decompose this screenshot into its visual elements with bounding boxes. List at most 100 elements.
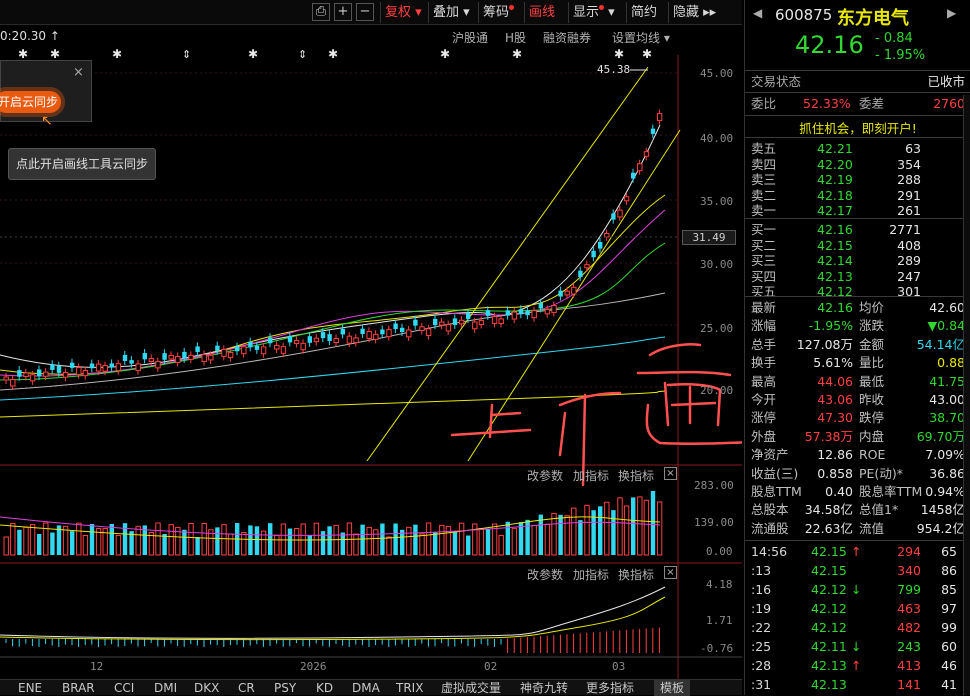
tab-dkx[interactable]: DKX (194, 680, 219, 696)
stat-label: 外盘 (751, 428, 777, 444)
side-strip[interactable] (963, 95, 970, 695)
volume-bar (76, 522, 82, 556)
volume-bar (313, 522, 320, 556)
stat-value: 57.38万 (804, 428, 853, 444)
macd-axis-label: 1.71 (706, 614, 733, 627)
candle-body (505, 310, 510, 316)
hk-connect-link[interactable]: 沪股通 (452, 29, 488, 46)
tab-kd[interactable]: KD (316, 680, 333, 696)
promo-banner[interactable]: 抓住机会，即刻开户! (745, 118, 970, 137)
trade-status-row: 交易状态 已收市 (751, 74, 965, 89)
close-icon[interactable]: × (73, 65, 84, 80)
volume-bar (604, 501, 610, 556)
tab-cr[interactable]: CR (238, 680, 255, 696)
kline-chart-area[interactable]: ✱ ✱ ✱ ✱ ✱ ✱ ✱ ✱ ✱ ⇕ ⇕ 0:20.30 ↑ 沪股通 H股 融资融券 设置均… (0, 25, 742, 695)
tab-dma[interactable]: DMA (352, 680, 380, 696)
volume-bar (637, 496, 643, 556)
close-icon[interactable]: × (664, 566, 677, 579)
ma-settings-link[interactable]: 设置均线 ▾ (612, 29, 670, 46)
stat-value: 43.00 (929, 392, 965, 407)
tab-more-indicators[interactable]: 更多指标 (586, 680, 634, 696)
current-price-tag: 31.49 (682, 230, 736, 245)
chips-button[interactable]: 筹码 (478, 2, 518, 23)
volume-bar (162, 534, 167, 555)
stat-label: 流值 (859, 520, 885, 536)
display-button[interactable]: 显示 ▾ (568, 2, 619, 23)
volume-bar (23, 526, 29, 556)
candle-body (221, 348, 227, 357)
volume-bar (353, 533, 359, 556)
tab-dmi[interactable]: DMI (154, 680, 177, 696)
volume-bar (458, 522, 465, 556)
candle-body (584, 264, 590, 269)
candle-body (445, 324, 452, 332)
stat-row: 总手 127.08万 金额 54.14亿 (751, 336, 965, 354)
webi-row: 委比 52.33% 委差 2760 (751, 96, 965, 111)
candle-body (604, 233, 610, 238)
margin-link[interactable]: 融资融券 (543, 29, 591, 46)
stat-row: 换手 5.61% 量比 0.88 (751, 354, 965, 372)
stat-value: ▼0.84 (927, 318, 965, 334)
candle-body (300, 342, 306, 351)
volume-bar (439, 524, 445, 556)
tab-virtual-volume[interactable]: 虚拟成交量 (441, 680, 501, 696)
quote-panel: ◀ 600875 东方电气 ▶ 42.16 - 0.84 - 1.95% 交易状… (744, 0, 970, 695)
tick-time: 14:56 (751, 544, 788, 559)
tab-brar[interactable]: BRAR (62, 680, 95, 696)
close-icon[interactable]: × (664, 467, 677, 480)
overlay-button[interactable]: 叠加 ▾ (428, 2, 474, 23)
zoom-in-icon[interactable]: + (334, 3, 352, 21)
vol-params-button[interactable]: 改参数 (527, 467, 563, 484)
vol-axis-label: 139.00 (694, 516, 734, 529)
tab-template[interactable]: 模板 (654, 680, 691, 696)
h-share-link[interactable]: H股 (505, 29, 526, 46)
prev-stock-icon[interactable]: ◀ (753, 6, 762, 20)
volume-bar (293, 528, 300, 556)
volume-bar (544, 523, 551, 556)
tab-psy[interactable]: PSY (274, 680, 296, 696)
zoom-out-icon[interactable]: − (356, 3, 374, 21)
candle-body (195, 346, 200, 353)
candle-body (491, 316, 498, 324)
volume-bar (598, 506, 603, 555)
fuquan-button[interactable]: 复权 ▾ (380, 2, 426, 23)
volume-bar (413, 524, 418, 555)
candle-body (617, 209, 623, 218)
time-label: 0:20.30 ↑ (0, 29, 60, 43)
hide-button[interactable]: 隐藏 ▸▸ (668, 2, 720, 23)
macd-switch-indicator-button[interactable]: 换指标 (618, 566, 654, 583)
tab-magic-nine[interactable]: 神奇九转 (520, 680, 568, 696)
tab-trix[interactable]: TRIX (396, 680, 423, 696)
price-change-pct: - 1.95% (875, 48, 926, 63)
volume-bar (43, 522, 49, 556)
tick-volume: 243 (897, 639, 921, 654)
volume-bar (643, 499, 650, 556)
lock-icon[interactable]: ⎙ (312, 3, 330, 21)
candle-body (478, 319, 485, 325)
vol-switch-indicator-button[interactable]: 换指标 (618, 467, 654, 484)
candle-body (129, 360, 134, 364)
volume-bar (17, 529, 22, 555)
event-markers[interactable]: ✱ ✱ ✱ ✱ ✱ ✱ ✱ ✱ ✱ (18, 47, 652, 61)
volume-bar (109, 523, 114, 555)
chart-toolbar: ⎙ + − 复权 ▾ 叠加 ▾ 筹码 画线 显示 ▾ 简约 隐藏 ▸▸ (0, 0, 742, 25)
candle-body (155, 361, 161, 369)
tab-ene[interactable]: ENE (18, 680, 42, 696)
vol-add-indicator-button[interactable]: 加指标 (573, 467, 609, 484)
next-stock-icon[interactable]: ▶ (947, 6, 956, 20)
tick-count: 60 (941, 639, 957, 654)
volume-bar (227, 533, 234, 556)
tick-volume: 799 (897, 582, 921, 597)
simple-button[interactable]: 简约 (626, 2, 661, 23)
macd-params-button[interactable]: 改参数 (527, 566, 563, 583)
tick-time: :31 (751, 677, 772, 692)
tick-count: 46 (941, 658, 957, 673)
tab-cci[interactable]: CCI (114, 680, 134, 696)
stat-label: 总手 (751, 336, 777, 352)
draw-line-button[interactable]: 画线 (524, 2, 559, 23)
cloud-sync-button[interactable]: 开启云同步 (0, 91, 61, 113)
tick-arrow-icon: ↑ (851, 658, 862, 673)
stat-value: 36.86 (929, 465, 965, 481)
volume-bar (201, 523, 207, 556)
macd-add-indicator-button[interactable]: 加指标 (573, 566, 609, 583)
